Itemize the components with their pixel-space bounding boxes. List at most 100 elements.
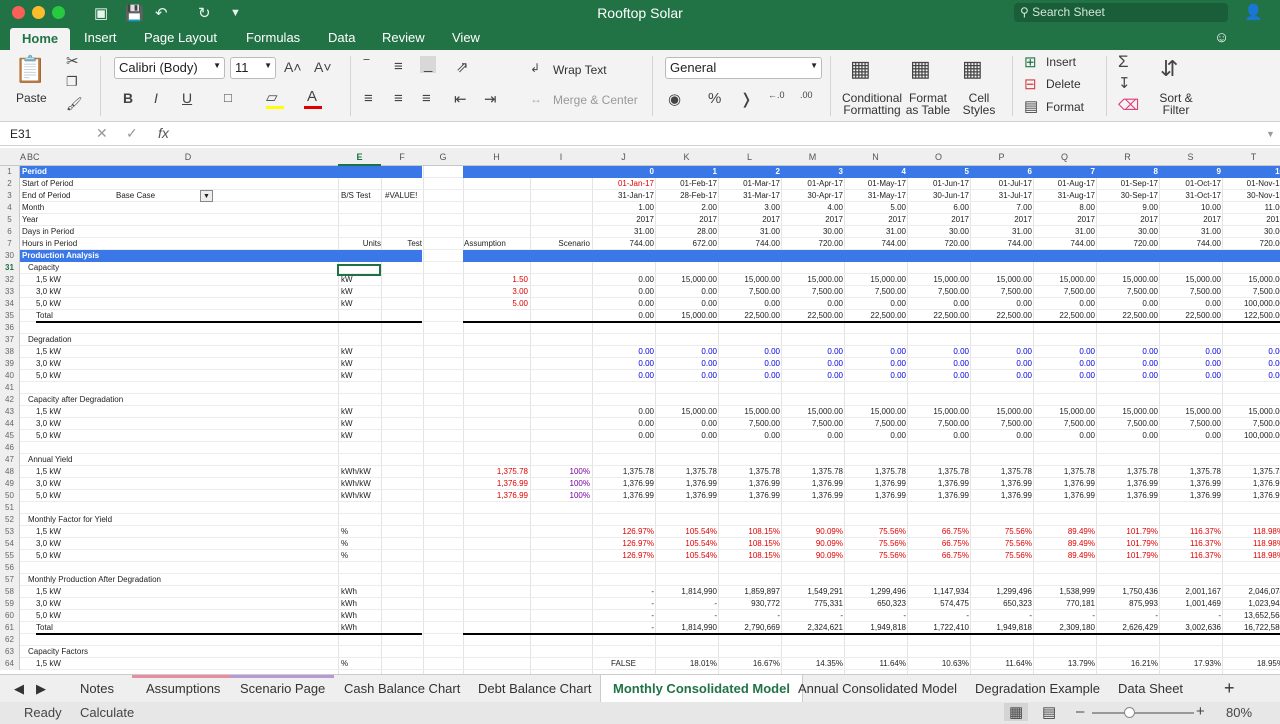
zoom-slider[interactable] xyxy=(1092,712,1194,714)
data-cell[interactable]: 0.00 xyxy=(656,286,717,298)
active-cell-selection[interactable] xyxy=(337,264,381,276)
data-cell[interactable]: 0.00 xyxy=(908,346,969,358)
data-cell[interactable]: 31-Oct-17 xyxy=(1160,190,1221,202)
data-cell[interactable]: 1,376.99 xyxy=(656,490,717,502)
insert-cells-button[interactable]: Insert xyxy=(1046,55,1076,69)
data-cell[interactable]: 31-Jan-17 xyxy=(593,190,654,202)
data-cell[interactable]: 01-Feb-17 xyxy=(656,178,717,190)
sheet-tab-scenario-page[interactable]: Scenario Page xyxy=(240,681,325,696)
data-cell[interactable]: 744.00 xyxy=(719,238,780,250)
delete-cells-button[interactable]: Delete xyxy=(1046,77,1081,91)
data-cell[interactable]: 1,859,897 xyxy=(719,586,780,598)
tab-formulas[interactable]: Formulas xyxy=(246,30,300,45)
row-label[interactable]: Monthly Factor for Yield xyxy=(28,514,338,526)
data-cell[interactable]: 0.00 xyxy=(908,358,969,370)
data-cell[interactable]: 66.75% xyxy=(908,538,969,550)
data-cell[interactable]: 89.49% xyxy=(1034,550,1095,562)
data-cell[interactable]: 0.00 xyxy=(845,370,906,382)
data-cell[interactable]: 0.00 xyxy=(656,370,717,382)
data-cell[interactable]: 1,376.99 xyxy=(719,478,780,490)
data-cell[interactable]: 31.00 xyxy=(971,226,1032,238)
dropdown-arrow-icon[interactable]: ▼ xyxy=(200,190,213,202)
row-label[interactable] xyxy=(22,562,338,574)
data-cell[interactable]: 4.00 xyxy=(782,202,843,214)
data-cell[interactable]: 1,376.99 xyxy=(1097,478,1158,490)
row-header[interactable]: 49 xyxy=(0,478,20,490)
data-cell[interactable]: 10.00 xyxy=(1160,202,1221,214)
data-cell[interactable]: 1,376.99 xyxy=(1034,478,1095,490)
tab-page-layout[interactable]: Page Layout xyxy=(144,30,217,45)
data-cell[interactable]: 7,500.00 xyxy=(1223,286,1280,298)
data-cell[interactable]: 01-Nov-17 xyxy=(1223,178,1280,190)
data-cell[interactable]: 108.15% xyxy=(719,550,780,562)
units-cell[interactable]: kWh/kW xyxy=(341,466,381,478)
cell-styles-icon[interactable]: ▦ xyxy=(962,56,983,82)
scenario-cell[interactable]: Scenario xyxy=(532,238,590,250)
data-cell[interactable]: 7,500.00 xyxy=(1034,286,1095,298)
conditional-formatting-button[interactable]: Conditional Formatting xyxy=(842,92,902,116)
column-header-r[interactable]: R xyxy=(1096,152,1159,162)
data-cell[interactable]: 75.56% xyxy=(845,538,906,550)
row-header[interactable]: 64 xyxy=(0,658,20,670)
row-label[interactable]: 1,5 kW xyxy=(36,526,338,538)
row-header[interactable]: 3 xyxy=(0,190,20,202)
feedback-smiley-icon[interactable]: ☺ xyxy=(1214,29,1229,46)
row-label[interactable]: Days in Period xyxy=(22,226,338,238)
row-header[interactable]: 55 xyxy=(0,550,20,562)
orientation-icon[interactable]: ⇗ xyxy=(456,58,469,76)
data-cell[interactable]: 75.56% xyxy=(971,538,1032,550)
data-cell[interactable]: 0.00 xyxy=(1160,430,1221,442)
data-cell[interactable]: 1,376.99 xyxy=(908,478,969,490)
row-label[interactable]: Degradation xyxy=(28,334,338,346)
data-cell[interactable]: 7,500.00 xyxy=(908,286,969,298)
data-cell[interactable]: FALSE xyxy=(593,658,654,670)
align-right-icon[interactable]: ≡ xyxy=(422,90,431,107)
tab-view[interactable]: View xyxy=(452,30,480,45)
row-header[interactable]: 38 xyxy=(0,346,20,358)
data-cell[interactable]: 7,500.00 xyxy=(1160,418,1221,430)
data-cell[interactable]: 1,147,934 xyxy=(908,586,969,598)
data-cell[interactable]: - xyxy=(593,610,654,622)
data-cell[interactable]: 17.93% xyxy=(1160,658,1221,670)
data-cell[interactable]: 2017 xyxy=(1097,214,1158,226)
scenario-cell[interactable]: 100% xyxy=(532,490,590,502)
data-cell[interactable]: 0.00 xyxy=(782,358,843,370)
units-cell[interactable]: kW xyxy=(341,298,381,310)
row-header[interactable]: 48 xyxy=(0,466,20,478)
data-cell[interactable]: 75.56% xyxy=(845,550,906,562)
data-cell[interactable]: 31-Jul-17 xyxy=(971,190,1032,202)
row-label[interactable]: 3,0 kW xyxy=(36,598,338,610)
data-cell[interactable]: 11.64% xyxy=(971,658,1032,670)
data-cell[interactable]: 744.00 xyxy=(1160,238,1221,250)
row-header[interactable]: 46 xyxy=(0,442,20,454)
data-cell[interactable]: 15,000.00 xyxy=(656,406,717,418)
data-cell[interactable]: 1,376.99 xyxy=(1223,478,1280,490)
data-cell[interactable]: 7,500.00 xyxy=(971,418,1032,430)
cancel-icon[interactable]: ✕ xyxy=(96,125,108,142)
row-label[interactable]: 1,5 kW xyxy=(36,406,338,418)
italic-button[interactable]: I xyxy=(154,90,158,106)
comma-style-button[interactable]: ❭ xyxy=(740,90,753,108)
data-cell[interactable]: 720.00 xyxy=(782,238,843,250)
data-cell[interactable]: 90.09% xyxy=(782,526,843,538)
data-cell[interactable]: 0.00 xyxy=(845,298,906,310)
test-cell[interactable]: #VALUE! xyxy=(385,190,422,202)
data-cell[interactable]: - xyxy=(1034,610,1095,622)
data-cell[interactable]: 11.00 xyxy=(1223,202,1280,214)
data-cell[interactable]: 116.37% xyxy=(1160,538,1221,550)
data-cell[interactable]: 1,376.99 xyxy=(845,490,906,502)
data-cell[interactable]: 0.00 xyxy=(719,346,780,358)
data-cell[interactable]: 720.00 xyxy=(1097,238,1158,250)
row-header[interactable]: 52 xyxy=(0,514,20,526)
formula-input[interactable] xyxy=(182,126,1262,142)
data-cell[interactable]: 75.56% xyxy=(971,550,1032,562)
sheet-tab-assumptions[interactable]: Assumptions xyxy=(146,681,220,696)
data-cell[interactable]: 930,772 xyxy=(719,598,780,610)
row-label[interactable]: 1,5 kW xyxy=(36,346,338,358)
data-cell[interactable]: 15,000.00 xyxy=(1160,274,1221,286)
data-cell[interactable]: 7,500.00 xyxy=(719,286,780,298)
column-header-b[interactable]: B xyxy=(27,152,33,162)
data-cell[interactable]: 0.00 xyxy=(593,346,654,358)
data-cell[interactable]: 11.64% xyxy=(845,658,906,670)
data-cell[interactable]: 650,323 xyxy=(845,598,906,610)
